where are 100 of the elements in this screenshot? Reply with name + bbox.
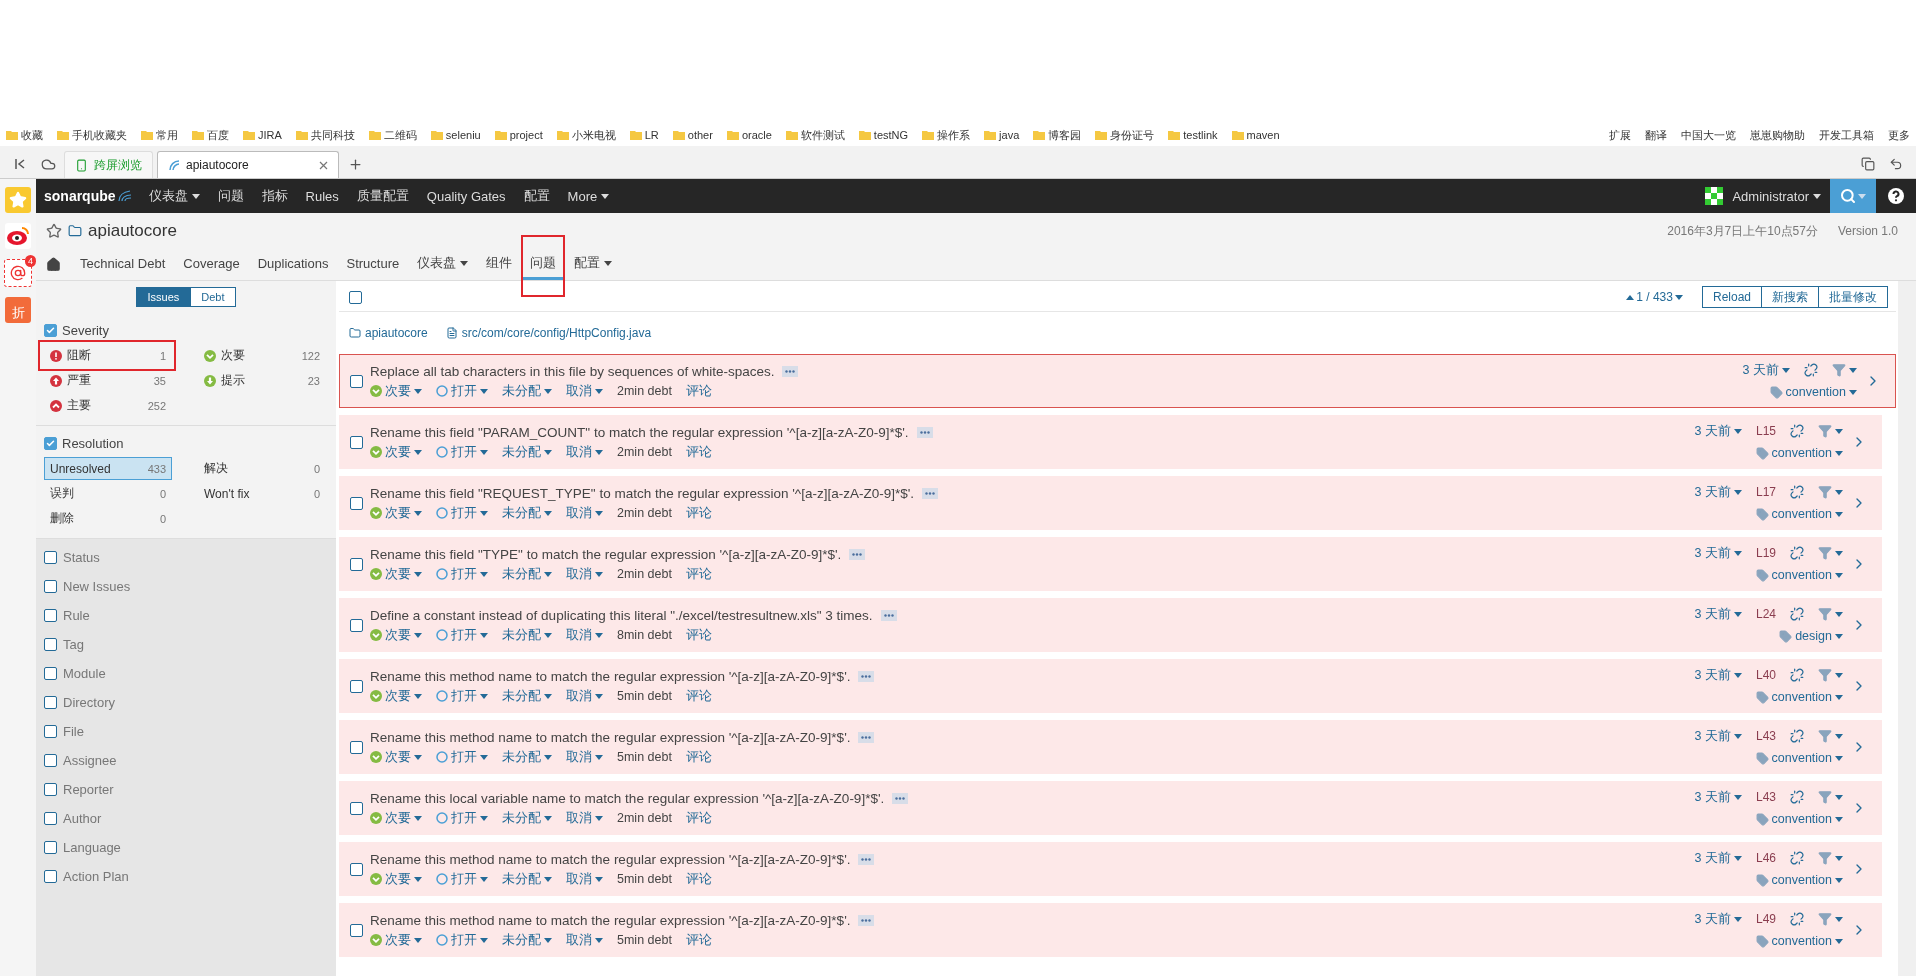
age-dropdown[interactable]: 3 天前 xyxy=(1694,666,1742,684)
severity-dropdown[interactable]: 次要 xyxy=(370,687,422,705)
select-all-checkbox[interactable] xyxy=(349,290,362,304)
plan-dropdown[interactable]: 取消 xyxy=(566,504,603,522)
unlink-icon[interactable] xyxy=(1790,790,1804,804)
age-dropdown[interactable]: 3 天前 xyxy=(1742,361,1790,379)
facet-toggle[interactable]: Directory xyxy=(36,688,336,717)
issue-card[interactable]: Rename this method name to match the regular expression '^[a-z][a-zA-Z0-9]*$'. 次要 打开 未分配 取消 5min debt 评论 3 天前 L46 convention xyxy=(339,842,1882,896)
bookmark[interactable]: 共同科技 xyxy=(295,127,355,143)
assignee-dropdown[interactable]: 未分配 xyxy=(502,809,552,827)
issue-checkbox[interactable] xyxy=(350,496,363,510)
facet-checkbox[interactable] xyxy=(44,783,57,796)
facet-item[interactable]: Won't fix 0 xyxy=(198,482,326,505)
project-tab[interactable]: 配置 xyxy=(567,249,620,280)
issue-card[interactable]: Rename this field "REQUEST_TYPE" to match the regular expression '^[a-z][a-zA-Z0-9]*$'. 次要 打开 未分配 取消 2min debt 评论 3 天前 L17 convention xyxy=(339,476,1882,530)
bookmark[interactable]: testNG xyxy=(858,129,909,141)
comment-link[interactable]: 评论 xyxy=(685,809,712,827)
facet-checkbox[interactable] xyxy=(44,812,57,825)
project-tab[interactable]: 仪表盘 xyxy=(410,249,476,280)
bookmark[interactable]: other xyxy=(672,129,713,141)
nav-link[interactable]: 质量配置 xyxy=(347,179,418,213)
facet-item[interactable]: 次要 122 xyxy=(198,344,326,367)
plan-dropdown[interactable]: 取消 xyxy=(566,626,603,644)
nav-link[interactable]: 问题 xyxy=(208,179,253,213)
project-tab[interactable]: Duplications xyxy=(250,249,336,280)
facet-item[interactable]: 严重 35 xyxy=(44,369,172,392)
issue-checkbox[interactable] xyxy=(350,557,363,571)
toolbar-extension[interactable]: 更多 xyxy=(1888,127,1910,143)
severity-dropdown[interactable]: 次要 xyxy=(370,382,422,400)
status-dropdown[interactable]: 打开 xyxy=(436,870,488,888)
age-dropdown[interactable]: 3 天前 xyxy=(1694,849,1742,867)
favorites-tile[interactable] xyxy=(5,187,31,213)
bookmark[interactable]: 小米电视 xyxy=(556,127,616,143)
more-button[interactable] xyxy=(782,365,799,377)
nav-link[interactable]: 仪表盘 xyxy=(139,179,209,213)
age-dropdown[interactable]: 3 天前 xyxy=(1694,788,1742,806)
issue-checkbox[interactable] xyxy=(350,862,363,876)
project-tab[interactable]: Coverage xyxy=(176,249,247,280)
tag-dropdown[interactable]: convention xyxy=(1755,507,1843,521)
filter-dropdown[interactable] xyxy=(1818,424,1843,438)
comment-link[interactable]: 评论 xyxy=(685,565,712,583)
project-tab[interactable]: Structure xyxy=(339,249,407,280)
facet-item[interactable]: 阻断 1 xyxy=(44,344,172,367)
toolbar-extension[interactable]: 中国大一览 xyxy=(1681,127,1736,143)
issue-checkbox[interactable] xyxy=(350,679,363,693)
plan-dropdown[interactable]: 取消 xyxy=(566,809,603,827)
assignee-dropdown[interactable]: 未分配 xyxy=(502,748,552,766)
more-button[interactable] xyxy=(858,914,875,926)
facet-checkbox[interactable] xyxy=(44,841,57,854)
unlink-icon[interactable] xyxy=(1790,729,1804,743)
plan-dropdown[interactable]: 取消 xyxy=(566,931,603,949)
facet-toggle[interactable]: Tag xyxy=(36,630,336,659)
tag-dropdown[interactable]: convention xyxy=(1755,690,1843,704)
user-menu[interactable]: Administrator xyxy=(1723,179,1830,213)
plan-dropdown[interactable]: 取消 xyxy=(566,870,603,888)
bookmark[interactable]: JIRA xyxy=(243,129,282,141)
mode-tab[interactable]: Issues xyxy=(136,287,191,307)
status-dropdown[interactable]: 打开 xyxy=(436,565,488,583)
unlink-icon[interactable] xyxy=(1790,851,1804,865)
nav-link[interactable]: 指标 xyxy=(252,179,297,213)
filter-dropdown[interactable] xyxy=(1818,485,1843,499)
issue-checkbox[interactable] xyxy=(350,374,363,388)
facet-item[interactable]: 提示 23 xyxy=(198,369,326,392)
comment-link[interactable]: 评论 xyxy=(685,626,712,644)
facet-checkbox[interactable] xyxy=(44,551,57,564)
severity-dropdown[interactable]: 次要 xyxy=(370,443,422,461)
sidebar-toggle-icon[interactable] xyxy=(14,158,26,170)
assignee-dropdown[interactable]: 未分配 xyxy=(502,931,552,949)
severity-dropdown[interactable]: 次要 xyxy=(370,626,422,644)
severity-dropdown[interactable]: 次要 xyxy=(370,809,422,827)
unlink-icon[interactable] xyxy=(1790,668,1804,682)
severity-dropdown[interactable]: 次要 xyxy=(370,565,422,583)
unlink-icon[interactable] xyxy=(1790,607,1804,621)
unlink-icon[interactable] xyxy=(1790,546,1804,560)
facet-checkbox[interactable] xyxy=(44,323,57,337)
bookmark[interactable]: 软件测试 xyxy=(785,127,845,143)
line-number[interactable]: L19 xyxy=(1755,546,1776,560)
toolbar-button[interactable]: Reload xyxy=(1701,286,1762,308)
bookmark[interactable]: 百度 xyxy=(192,127,229,143)
comment-link[interactable]: 评论 xyxy=(685,504,712,522)
status-dropdown[interactable]: 打开 xyxy=(436,382,488,400)
bookmark[interactable]: 收藏 xyxy=(6,127,43,143)
project-link[interactable]: apiautocore xyxy=(349,326,428,340)
facet-toggle[interactable]: New Issues xyxy=(36,572,336,601)
filter-dropdown[interactable] xyxy=(1818,607,1843,621)
facet-checkbox[interactable] xyxy=(44,667,57,680)
status-dropdown[interactable]: 打开 xyxy=(436,687,488,705)
assignee-dropdown[interactable]: 未分配 xyxy=(502,504,552,522)
bookmark[interactable]: 身份证号 xyxy=(1095,127,1155,143)
project-tab[interactable]: 组件 xyxy=(479,249,520,280)
line-number[interactable]: L15 xyxy=(1755,424,1776,438)
toolbar-extension[interactable]: 翻译 xyxy=(1645,127,1667,143)
age-dropdown[interactable]: 3 天前 xyxy=(1694,605,1742,623)
nav-link[interactable]: Quality Gates xyxy=(417,179,515,213)
more-button[interactable] xyxy=(880,609,897,621)
issue-checkbox[interactable] xyxy=(350,801,363,815)
mode-tab[interactable]: Debt xyxy=(190,287,236,307)
status-dropdown[interactable]: 打开 xyxy=(436,748,488,766)
plan-dropdown[interactable]: 取消 xyxy=(566,687,603,705)
status-dropdown[interactable]: 打开 xyxy=(436,626,488,644)
